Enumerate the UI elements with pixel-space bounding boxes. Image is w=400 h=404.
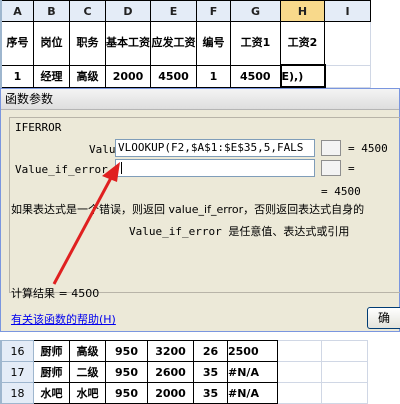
row-number[interactable]: 18 — [1, 382, 34, 404]
cell[interactable]: 厨师 — [33, 340, 70, 362]
empty-cell[interactable] — [321, 340, 368, 362]
cell[interactable]: 经理 — [33, 64, 70, 88]
cell[interactable]: 厨师 — [33, 361, 70, 383]
cell[interactable]: 2600 — [147, 361, 194, 383]
dialog-title[interactable]: 函数参数 — [1, 89, 399, 110]
cell[interactable]: 水吧 — [69, 382, 106, 404]
function-description: 如果表达式是一个错误，则返回 value_if_error，否则返回表达式自身的 — [11, 203, 365, 216]
cell[interactable]: 4500 — [230, 64, 281, 88]
header-cell[interactable]: 岗位 — [33, 21, 70, 66]
empty-cell[interactable] — [277, 382, 322, 404]
empty-cell[interactable] — [277, 340, 322, 362]
cell[interactable]: 950 — [105, 361, 148, 383]
ok-button[interactable]: 确 — [367, 307, 400, 329]
empty-cell[interactable] — [321, 361, 368, 383]
formula-result: = 4500 — [321, 185, 361, 198]
cell[interactable]: 4500 — [150, 64, 197, 88]
calculation-result: 计算结果 = 4500 — [11, 287, 100, 300]
cell[interactable]: 2500 — [227, 340, 278, 362]
cell[interactable]: 1 — [196, 64, 231, 88]
cell[interactable]: 35 — [193, 361, 228, 383]
cell[interactable]: 35 — [193, 382, 228, 404]
cell[interactable]: 1 — [1, 64, 34, 88]
value-if-error-result: = — [348, 162, 355, 175]
column-header-h[interactable]: H — [280, 0, 325, 22]
value-if-error-label: Value_if_error — [15, 163, 108, 176]
cell[interactable]: 2000 — [105, 64, 151, 88]
cell[interactable]: 高级 — [69, 340, 106, 362]
cell[interactable]: 2000 — [147, 382, 194, 404]
value-input[interactable]: VLOOKUP(F2,$A$1:$E$35,5,FALS — [115, 139, 315, 157]
help-link[interactable]: 有关该函数的帮助(H) — [11, 311, 116, 327]
collapse-dialog-button[interactable] — [321, 160, 341, 176]
sheet-grid-bottom: 16 厨师 高级 950 3200 26 2500 17 厨师 二级 950 2… — [0, 340, 368, 404]
cell[interactable]: 950 — [105, 382, 148, 404]
column-header-g[interactable]: G — [230, 0, 281, 22]
sheet-grid: A B C D E F G H I 序号 岗位 职务 基本工资 应发工资 编号 … — [0, 0, 371, 88]
column-header-e[interactable]: E — [150, 0, 197, 22]
column-header-f[interactable]: F — [196, 0, 231, 22]
row-number[interactable]: 16 — [1, 340, 34, 362]
cell[interactable]: 二级 — [69, 361, 106, 383]
function-name: IFERROR — [15, 121, 62, 134]
function-arguments-dialog: 函数参数 IFERROR Value VLOOKUP(F2,$A$1:$E$35… — [0, 88, 400, 332]
header-cell[interactable]: 序号 — [1, 21, 34, 66]
value-result: = 4500 — [348, 142, 388, 155]
cell[interactable]: 水吧 — [33, 382, 70, 404]
header-cell[interactable]: 职务 — [69, 21, 106, 66]
column-header-d[interactable]: D — [105, 0, 151, 22]
cell[interactable]: 3200 — [147, 340, 194, 362]
cell[interactable]: #N/A — [227, 361, 278, 383]
cell[interactable]: 26 — [193, 340, 228, 362]
value-if-error-input[interactable] — [115, 159, 315, 177]
header-cell[interactable]: 工资2 — [280, 21, 325, 66]
cell[interactable]: #N/A — [227, 382, 278, 404]
text-caret — [121, 162, 122, 174]
empty-cell[interactable] — [321, 382, 368, 404]
column-header-b[interactable]: B — [33, 0, 70, 22]
row-number[interactable]: 17 — [1, 361, 34, 383]
collapse-dialog-button[interactable] — [321, 140, 341, 156]
header-cell[interactable]: 应发工资 — [150, 21, 197, 66]
header-cell[interactable]: 工资1 — [230, 21, 281, 66]
column-header-a[interactable]: A — [1, 0, 34, 22]
empty-cell[interactable] — [277, 361, 322, 383]
empty-cell[interactable] — [324, 64, 371, 88]
header-cell[interactable]: 基本工资 — [105, 21, 151, 66]
column-header-c[interactable]: C — [69, 0, 106, 22]
empty-cell[interactable] — [324, 21, 371, 66]
argument-description: Value_if_error 是任意值、表达式或引用 — [129, 225, 350, 238]
column-header-i[interactable]: I — [324, 0, 371, 22]
active-cell[interactable]: E),) — [279, 64, 326, 88]
cell[interactable]: 950 — [105, 340, 148, 362]
header-cell[interactable]: 编号 — [196, 21, 231, 66]
cell[interactable]: 高级 — [69, 64, 106, 88]
